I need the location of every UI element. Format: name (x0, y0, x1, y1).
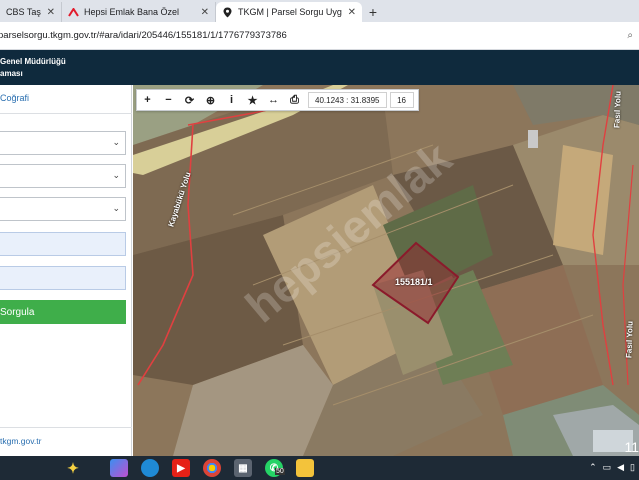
query-panel: Coğrafi ⌄ ⌄ ⌄ Sorgula tkgm.gov.tr (0, 85, 132, 456)
chevron-down-icon: ⌄ (112, 137, 120, 147)
sorgula-button[interactable]: Sorgula (0, 300, 126, 324)
map-toolbar: + − ⟳ ⊕ i ★ ↔ ⎙ 40.1243 : 31.8395 16 (136, 89, 419, 111)
tab-hepsiemlak[interactable]: Hepsi Emlak Bana Özel ✕ (62, 2, 216, 22)
parcel-label: 155181/1 (395, 277, 433, 287)
header-title-line2: aması (0, 69, 23, 78)
tab-cografi[interactable]: Coğrafi (0, 93, 29, 103)
tab-hepsiemlak-title: Hepsi Emlak Bana Özel (84, 7, 180, 17)
tab-tkgm[interactable]: TKGM | Parsel Sorgu Uygulama ✕ (216, 2, 362, 22)
tab-close-icon[interactable]: ✕ (47, 7, 55, 18)
chevron-down-icon: ⌄ (112, 203, 120, 213)
tab-close-icon[interactable]: ✕ (201, 7, 209, 18)
province-select[interactable]: ⌄ (0, 131, 126, 155)
network-icon[interactable]: ▭ (603, 462, 612, 473)
new-tab-button[interactable]: + (362, 2, 384, 22)
address-bar[interactable]: parselsorgu.tkgm.gov.tr/#ara/idari/20544… (0, 22, 639, 50)
map-imagery (133, 85, 639, 456)
search-icon[interactable]: ⌕ (627, 30, 633, 41)
chrome-icon[interactable] (203, 459, 221, 477)
youtube-icon[interactable]: ▶ (172, 459, 190, 477)
district-select[interactable]: ⌄ (0, 164, 126, 188)
tab-cbs[interactable]: CBS Taşınma ✕ (0, 2, 62, 22)
browser-tab-bar: CBS Taşınma ✕ Hepsi Emlak Bana Özel ✕ TK… (0, 0, 639, 22)
divider (0, 113, 132, 114)
road-label-fasil-bottom: Fasıl Yolu (624, 320, 635, 359)
url-text[interactable]: parselsorgu.tkgm.gov.tr/#ara/idari/20544… (0, 30, 287, 41)
measure-icon[interactable]: ↔ (263, 90, 284, 110)
sparkles-icon[interactable]: ✦ (64, 459, 82, 477)
file-explorer-icon[interactable] (296, 459, 314, 477)
tab-close-icon[interactable]: ✕ (348, 7, 356, 18)
tab-tkgm-title: TKGM | Parsel Sorgu Uygulama (238, 7, 342, 17)
star-icon[interactable]: ★ (242, 90, 263, 110)
hepsiemlak-logo-icon (68, 7, 79, 18)
clock-fragment: 11 (624, 439, 639, 455)
info-icon[interactable]: i (221, 90, 242, 110)
parcel-no-input[interactable] (0, 266, 126, 290)
locate-icon[interactable]: ⊕ (200, 90, 221, 110)
header-title-line1: Genel Müdürlüğü (0, 57, 66, 66)
calculator-icon[interactable]: ▦ (234, 459, 252, 477)
chevron-up-icon[interactable]: ⌃ (589, 462, 597, 473)
zoom-level: 16 (389, 92, 414, 108)
neighborhood-select[interactable]: ⌄ (0, 197, 126, 221)
windows-taskbar: ✦ ▶ ▦ ✆ 50 ⌃ ▭ ◀ ▯ (0, 456, 639, 480)
chevron-down-icon: ⌄ (112, 170, 120, 180)
print-icon[interactable]: ⎙ (284, 90, 305, 110)
screenshot-root: CBS Taşınma ✕ Hepsi Emlak Bana Özel ✕ TK… (0, 0, 639, 480)
block-no-input[interactable] (0, 232, 126, 256)
battery-icon[interactable]: ▯ (630, 462, 635, 473)
system-tray: ⌃ ▭ ◀ ▯ (589, 462, 635, 473)
minus-icon[interactable]: − (158, 90, 179, 110)
tab-cbs-title: CBS Taşınma (6, 7, 41, 17)
app-header: Genel Müdürlüğü aması (0, 50, 639, 85)
coordinate-readout: 40.1243 : 31.8395 (308, 92, 387, 108)
copilot-icon[interactable] (110, 459, 128, 477)
divider (0, 427, 132, 428)
edge-icon[interactable] (141, 459, 159, 477)
tkgm-link[interactable]: tkgm.gov.tr (0, 436, 41, 446)
refresh-icon[interactable]: ⟳ (179, 90, 200, 110)
whatsapp-badge: 50 (275, 468, 285, 475)
road-label-fasil-top: Fasıl Yolu (612, 90, 623, 129)
satellite-map[interactable]: hepsiemlak 155181/1 Kayabükü Yolu Fasıl … (133, 85, 639, 456)
plus-icon[interactable]: + (137, 90, 158, 110)
speaker-icon[interactable]: ◀ (617, 462, 624, 473)
location-pin-icon (222, 7, 233, 18)
